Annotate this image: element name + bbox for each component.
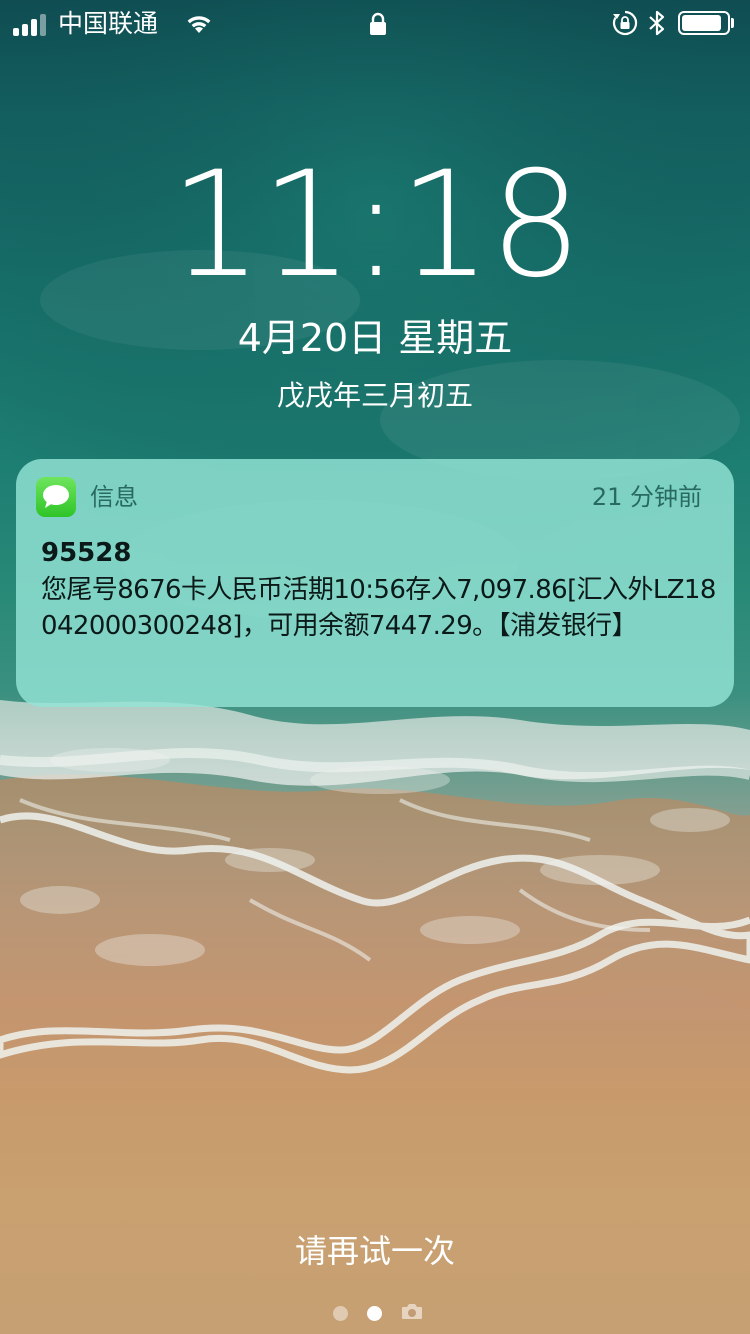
status-bar: 中国联通 (0, 0, 750, 48)
notification-sender: 95528 (41, 538, 132, 568)
bluetooth-icon (649, 10, 665, 36)
rotation-lock-icon (612, 10, 638, 36)
lunar-date: 戊戌年三月初五 (276, 379, 473, 412)
battery-tip (731, 18, 734, 28)
battery-level-fill (682, 15, 721, 31)
messages-icon (36, 477, 76, 517)
retry-prompt: 请再试一次 (294, 1232, 455, 1270)
page-dot-active (367, 1306, 382, 1321)
message-notification[interactable]: 信息 21 分钟前 95528 您尾号8676卡人民币活期10:56存入7,09… (16, 459, 734, 707)
signal-icon (13, 12, 51, 36)
lock-icon (370, 12, 386, 35)
carrier-name: 中国联通 (58, 9, 159, 38)
page-indicator (0, 1303, 750, 1325)
camera-icon[interactable] (401, 1302, 423, 1320)
lock-screen-date: 4月20日 星期五 (237, 316, 513, 360)
page-dot (333, 1306, 348, 1321)
battery-icon (678, 11, 730, 35)
notification-app-name: 信息 (90, 483, 138, 511)
lock-screen-time: 11:18 (169, 140, 583, 310)
notification-time: 21 分钟前 (591, 483, 702, 511)
wifi-icon (187, 16, 211, 33)
notification-body: 您尾号8676卡人民币活期10:56存入7,097.86[汇入外LZ180420… (41, 575, 716, 641)
